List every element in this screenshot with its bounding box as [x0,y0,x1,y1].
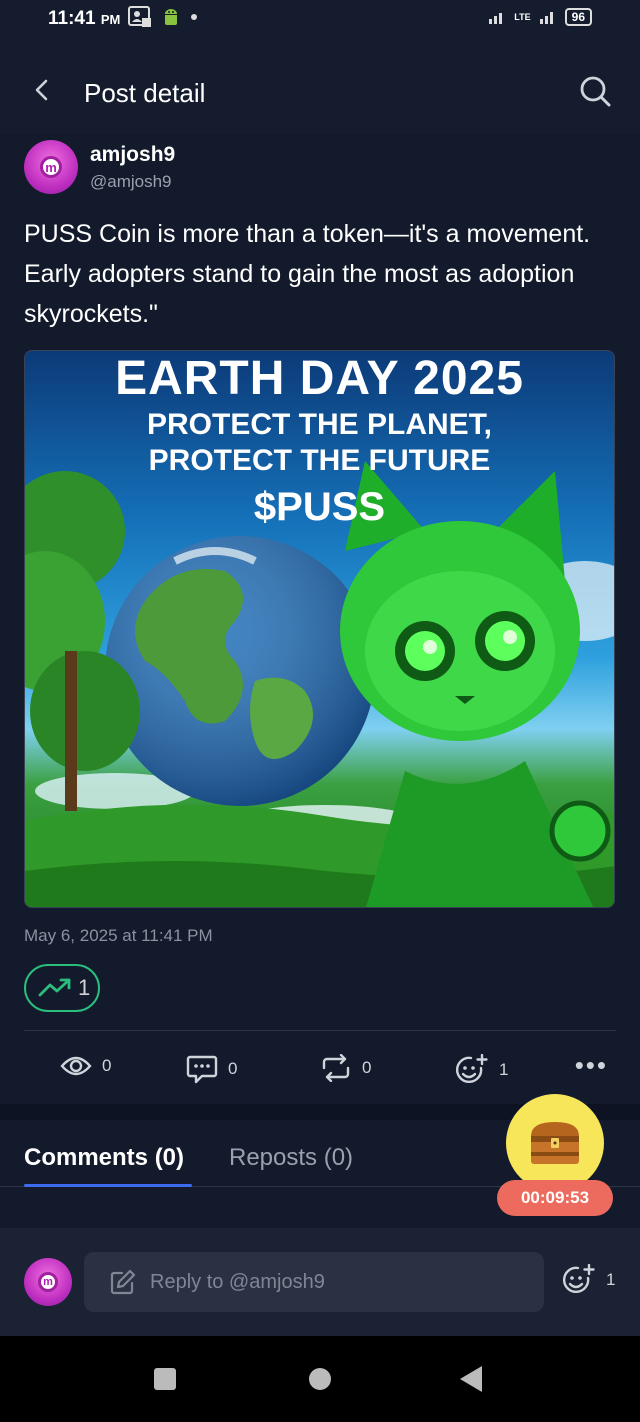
image-subline: PROTECT THE PLANET, PROTECT THE FUTURE [25,407,614,479]
reply-bar: m Reply to @amjosh9 1 [0,1228,640,1336]
app-header: Post detail [0,38,640,134]
search-icon[interactable] [578,74,612,108]
notification-dot-icon [191,14,197,20]
image-subline-1: PROTECT THE PLANET, [146,408,492,441]
android-icon [165,9,177,25]
repost-button[interactable]: 0 [320,1054,371,1082]
signal-icon [489,13,503,24]
treasure-chest-icon [531,1122,579,1164]
eye-icon [60,1056,92,1076]
more-options-icon[interactable]: ••• [575,1052,608,1078]
trend-button[interactable]: 1 [24,964,100,1012]
react-button[interactable]: 1 [455,1054,508,1086]
post-image[interactable]: EARTH DAY 2025 PROTECT THE PLANET, PROTE… [24,350,615,908]
battery-indicator: 96 [564,8,592,26]
status-time-value: 11:41 [48,8,96,29]
back-arrow-icon[interactable] [28,76,56,104]
post-body: PUSS Coin is more than a token—it's a mo… [24,220,591,328]
comment-button[interactable]: 0 [186,1054,237,1084]
comment-icon [186,1055,218,1084]
comments-count: 0 [228,1059,238,1078]
tab-reposts[interactable]: Reposts (0) [229,1144,353,1172]
post-actions: 0 0 0 1 ••• [0,1046,640,1092]
reply-react-button[interactable]: 1 [562,1264,615,1296]
page-title: Post detail [84,78,206,108]
recents-icon[interactable] [154,1368,176,1390]
home-icon[interactable] [309,1368,331,1390]
contact-card-icon [128,6,151,27]
author-avatar[interactable]: m [24,140,78,194]
reply-placeholder: Reply to @amjosh9 [150,1270,325,1293]
author-handle[interactable]: @amjosh9 [90,172,172,192]
system-back-icon[interactable] [460,1366,482,1392]
avatar-logo-icon: m [38,1272,58,1292]
reply-reaction-count: 1 [606,1270,616,1289]
signal-strength-icon [539,12,553,24]
reward-timer: 00:09:53 [497,1180,613,1216]
trend-count: 1 [78,975,91,1000]
divider [24,1030,616,1031]
add-reaction-icon [562,1264,595,1294]
system-nav-bar [0,1336,640,1422]
status-time: 11:41 PM [48,8,120,30]
status-bar: 11:41 PM LTE 96 [0,0,640,38]
views-count: 0 [102,1056,112,1075]
edit-icon [110,1269,136,1295]
views-stat[interactable]: 0 [60,1054,111,1078]
status-ampm: PM [100,12,121,27]
image-subline-2: PROTECT THE FUTURE [148,444,491,477]
reposts-count: 0 [362,1058,372,1077]
author-username[interactable]: amjosh9 [90,143,175,167]
status-icons-left [128,6,198,28]
reactions-count: 1 [499,1060,509,1079]
post-timestamp: May 6, 2025 at 11:41 PM [24,926,213,945]
current-user-avatar[interactable]: m [24,1258,72,1306]
network-type: LTE [514,12,531,22]
image-ticker: $PUSS [253,485,386,529]
trending-up-icon [38,978,71,997]
avatar-logo-icon: m [40,156,62,178]
repost-icon [322,1054,350,1082]
active-tab-indicator [24,1184,192,1187]
image-headline: EARTH DAY 2025 [115,352,524,405]
post-card: m amjosh9 @amjosh9 PUSS Coin is more tha… [0,134,640,1104]
reward-chest-button[interactable] [506,1094,604,1192]
add-reaction-icon [455,1054,488,1084]
status-icons-right: LTE 96 [488,8,592,26]
tab-comments[interactable]: Comments (0) [24,1144,184,1172]
reply-input[interactable]: Reply to @amjosh9 [84,1252,544,1312]
